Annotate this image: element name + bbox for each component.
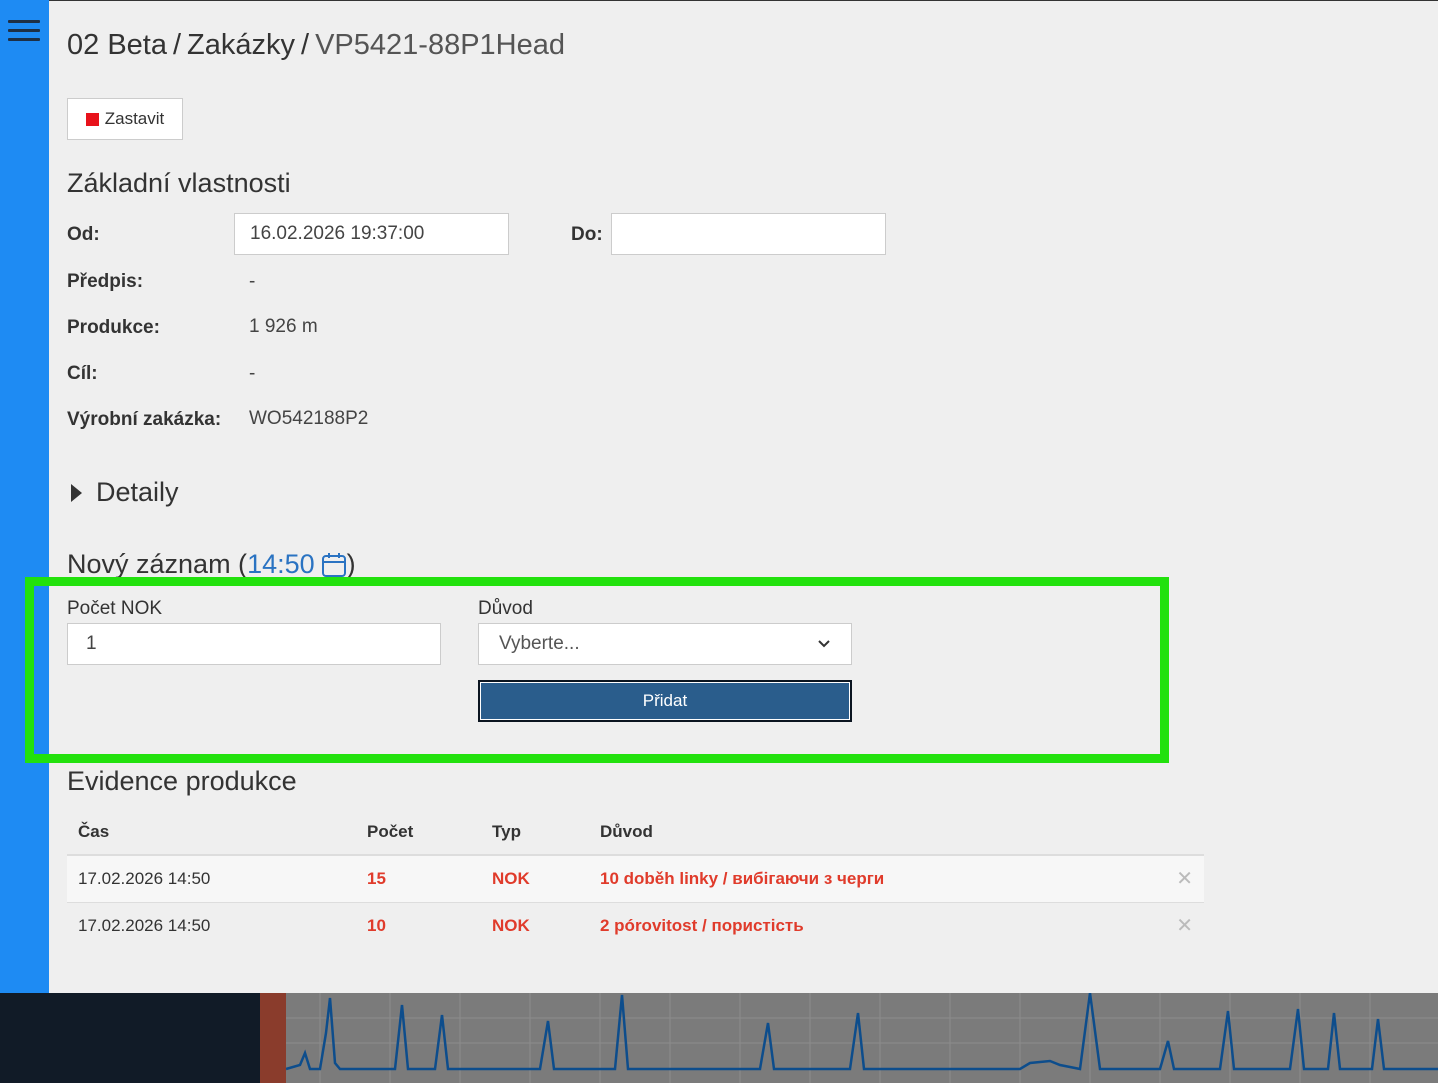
stop-button[interactable]: Zastavit [67,98,183,140]
row-type: NOK [481,901,589,949]
background-chart-marker [260,993,286,1083]
breadcrumb-separator: / [301,29,310,61]
from-label: Od: [67,224,100,245]
stop-button-label: Zastavit [104,109,165,128]
new-record-title-prefix: Nový záznam ( [67,549,248,579]
chevron-down-icon [818,640,830,648]
row-time: 17.02.2026 14:50 [67,901,356,949]
evidence-table: Čas Počet Typ Důvod 17.02.2026 14:50 15 … [67,809,1204,949]
breadcrumb-line[interactable]: 02 Beta [67,29,167,61]
breadcrumb-orders[interactable]: Zakázky [187,29,295,61]
target-label: Cíl: [67,363,98,384]
column-header-actions [1164,809,1204,856]
calendar-icon [321,552,346,577]
new-record-title: Nový záznam ( 14:50 ) [67,549,356,580]
row-reason: 10 doběh linky / вибігаючи з черги [589,854,1164,902]
work-order-value: WO542188P2 [249,408,369,429]
reason-select-value: Vyberte... [499,633,580,654]
row-count: 15 [356,854,481,902]
add-record-button[interactable]: Přidat [478,680,852,722]
close-icon[interactable]: ✕ [1164,901,1204,949]
column-header-type[interactable]: Typ [481,809,589,856]
table-row: 17.02.2026 14:50 15 NOK 10 doběh linky /… [67,854,1204,902]
row-time: 17.02.2026 14:50 [67,854,356,902]
spec-value: - [249,271,256,292]
sidebar [0,0,49,993]
nok-count-label: Počet NOK [67,598,163,619]
properties-title: Základní vlastnosti [67,168,291,198]
spec-label: Předpis: [67,271,144,292]
row-count: 10 [356,901,481,949]
record-time-link[interactable]: 14:50 [247,549,347,580]
nok-count-input[interactable]: 1 [67,623,441,665]
evidence-title: Evidence produkce [67,766,297,796]
caret-right-icon [71,483,82,502]
background-chart [260,993,1438,1083]
close-icon[interactable]: ✕ [1164,854,1204,902]
new-record-title-suffix: ) [346,549,356,579]
table-header-row: Čas Počet Typ Důvod [67,809,1204,856]
record-time: 14:50 [247,549,315,579]
work-order-label: Výrobní zakázka: [67,409,222,430]
to-field[interactable] [611,213,886,255]
reason-label: Důvod [478,598,533,619]
column-header-count[interactable]: Počet [356,809,481,856]
breadcrumb-current-order: VP5421-88P1Head [315,29,566,61]
column-header-reason[interactable]: Důvod [589,809,1164,856]
breadcrumb-separator: / [172,29,182,61]
stop-square-icon [85,112,99,126]
row-reason: 2 pórovitost / пористість [589,901,1164,949]
from-field[interactable]: 16.02.2026 19:37:00 [234,213,509,255]
add-record-button-label: Přidat [642,691,688,710]
production-label: Produkce: [67,317,160,338]
breadcrumb: 02 Beta / Zakázky / VP5421-88P1Head [67,29,565,62]
target-value: - [249,363,256,384]
table-row: 17.02.2026 14:50 10 NOK 2 pórovitost / п… [67,901,1204,949]
production-value: 1 926 m [249,316,318,337]
reason-select[interactable]: Vyberte... [478,623,852,665]
row-type: NOK [481,854,589,902]
details-toggle[interactable]: Detaily [71,477,179,508]
background-chart-lines [260,993,1438,1083]
order-detail-panel: 02 Beta / Zakázky / VP5421-88P1Head Zastavit… [49,0,1438,993]
details-label: Detaily [96,477,179,507]
hamburger-icon[interactable] [8,20,40,44]
to-label: Do: [571,224,603,245]
column-header-time[interactable]: Čas [67,809,356,856]
